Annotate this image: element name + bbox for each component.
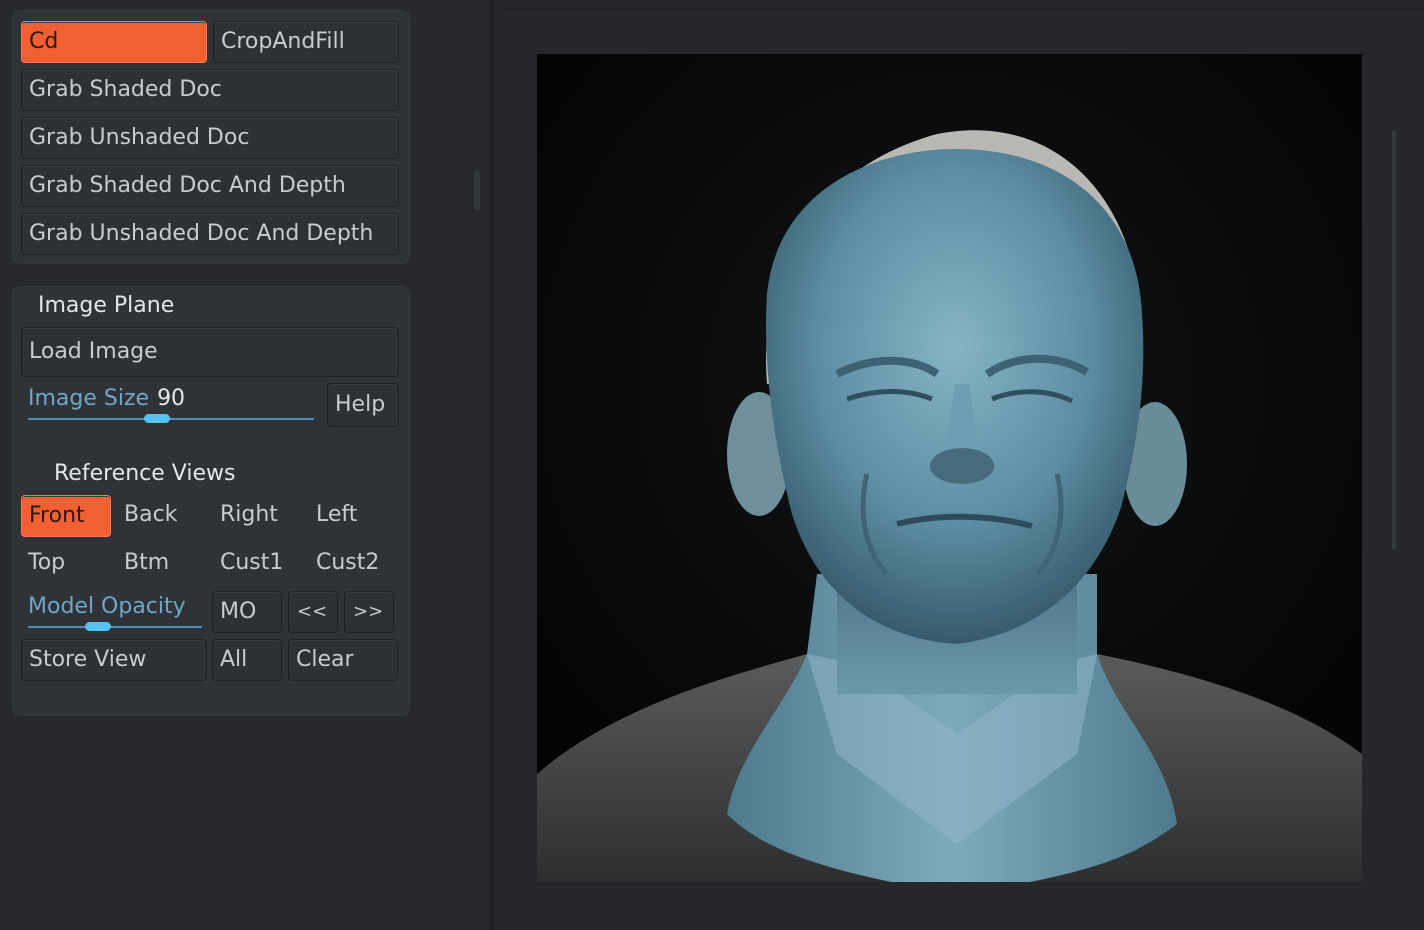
help-button[interactable]: Help [327,383,399,427]
view-right-button[interactable]: Right [213,495,303,537]
image-size-slider[interactable]: Image Size 90 [28,384,185,414]
crop-and-fill-button[interactable]: CropAndFill [213,21,399,63]
view-top-button[interactable]: Top [21,543,111,585]
image-size-track[interactable] [28,418,314,420]
grab-unshaded-doc-depth-button[interactable]: Grab Unshaded Doc And Depth [21,213,399,255]
view-cust2-button[interactable]: Cust2 [309,543,399,585]
view-left-button[interactable]: Left [309,495,399,537]
cd-button[interactable]: Cd [21,21,207,63]
store-view-button[interactable]: Store View [21,639,207,681]
model-opacity-knob[interactable] [84,622,111,631]
image-size-label: Image Size [28,386,150,411]
image-size-knob[interactable] [143,414,170,423]
grab-shaded-doc-depth-button[interactable]: Grab Shaded Doc And Depth [21,165,399,207]
view-front-button[interactable]: Front [21,495,111,537]
reference-image [537,54,1362,882]
document-top-border [504,8,1424,10]
load-image-button[interactable]: Load Image [21,327,399,377]
image-size-value: 90 [157,386,186,411]
document-canvas[interactable] [537,54,1362,882]
view-btm-button[interactable]: Btm [117,543,207,585]
tray-collapse-handle[interactable] [474,170,480,210]
grab-unshaded-doc-button[interactable]: Grab Unshaded Doc [21,117,399,159]
model-opacity-slider[interactable]: Model Opacity [28,592,186,622]
grab-shaded-doc-button[interactable]: Grab Shaded Doc [21,69,399,111]
next-view-button[interactable]: >> [344,591,394,633]
mo-button[interactable]: MO [212,591,282,633]
reference-views-title[interactable]: Reference Views [54,459,235,489]
nose-tip [930,448,994,484]
all-button[interactable]: All [212,639,282,681]
view-cust1-button[interactable]: Cust1 [213,543,303,585]
image-plane-title[interactable]: Image Plane [38,291,174,321]
right-scroll-handle[interactable] [1392,130,1396,550]
previous-view-button[interactable]: << [288,591,338,633]
clear-button[interactable]: Clear [288,639,398,681]
model-opacity-track[interactable] [28,626,202,628]
view-back-button[interactable]: Back [117,495,207,537]
